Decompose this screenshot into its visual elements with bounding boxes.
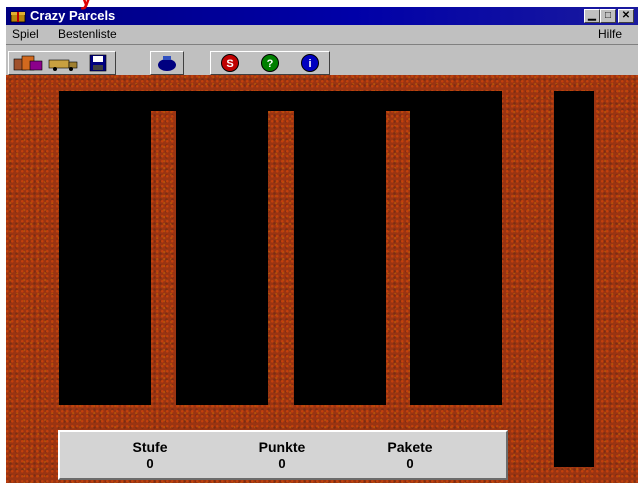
truck-button[interactable] (47, 54, 79, 72)
save-disk-icon (89, 54, 107, 72)
menu-spiel[interactable]: Spiel (12, 27, 39, 41)
parcel-stack-button[interactable] (12, 54, 44, 72)
game-window: Crazy Parcels ▁ □ ✕ Spiel Bestenliste Hi… (6, 7, 638, 483)
toolbar-group-info: S ? i (210, 51, 330, 75)
play-field[interactable]: Stufe 0 Punkte 0 Pakete 0 (6, 75, 638, 483)
parcel-stack-icon (13, 55, 43, 71)
side-slot[interactable] (554, 91, 594, 467)
toolbar: S ? i (6, 44, 638, 75)
slot-bridge (268, 91, 294, 111)
toolbar-group-game (8, 51, 116, 75)
stufe-value: 0 (146, 456, 154, 471)
help-round-icon[interactable]: ? (261, 54, 279, 72)
close-icon: ✕ (621, 10, 631, 21)
punkte-label: Punkte (258, 439, 306, 455)
slot-bridge (151, 91, 176, 111)
close-button[interactable]: ✕ (618, 9, 634, 23)
maximize-icon: □ (604, 10, 612, 21)
conveyor-slot[interactable] (294, 91, 386, 405)
minimize-icon: ▁ (588, 10, 596, 21)
maximize-button[interactable]: □ (600, 9, 616, 23)
sound-icon (158, 56, 176, 71)
conveyor-slot[interactable] (410, 91, 502, 405)
menu-bar: Spiel Bestenliste Hilfe (6, 25, 638, 43)
save-button[interactable] (83, 54, 113, 72)
s-round-icon[interactable]: S (221, 54, 239, 72)
overlay-text: y (80, 0, 92, 9)
truck-icon (48, 59, 78, 71)
conveyor-slot[interactable] (176, 91, 268, 405)
app-icon (10, 11, 26, 23)
title-bar[interactable]: Crazy Parcels ▁ □ ✕ (6, 7, 638, 25)
stufe-label: Stufe (132, 439, 168, 455)
conveyor-slot[interactable] (59, 91, 151, 405)
status-panel: Stufe 0 Punkte 0 Pakete 0 (58, 430, 508, 480)
window-title: Crazy Parcels (30, 8, 116, 23)
sound-button[interactable] (150, 51, 184, 75)
info-round-icon[interactable]: i (301, 54, 319, 72)
slot-bridge (386, 91, 410, 111)
menu-hilfe[interactable]: Hilfe (598, 27, 622, 41)
pakete-label: Pakete (387, 439, 433, 455)
minimize-button[interactable]: ▁ (584, 9, 600, 23)
menu-bestenliste[interactable]: Bestenliste (58, 27, 117, 41)
punkte-value: 0 (278, 456, 286, 471)
pakete-value: 0 (406, 456, 414, 471)
